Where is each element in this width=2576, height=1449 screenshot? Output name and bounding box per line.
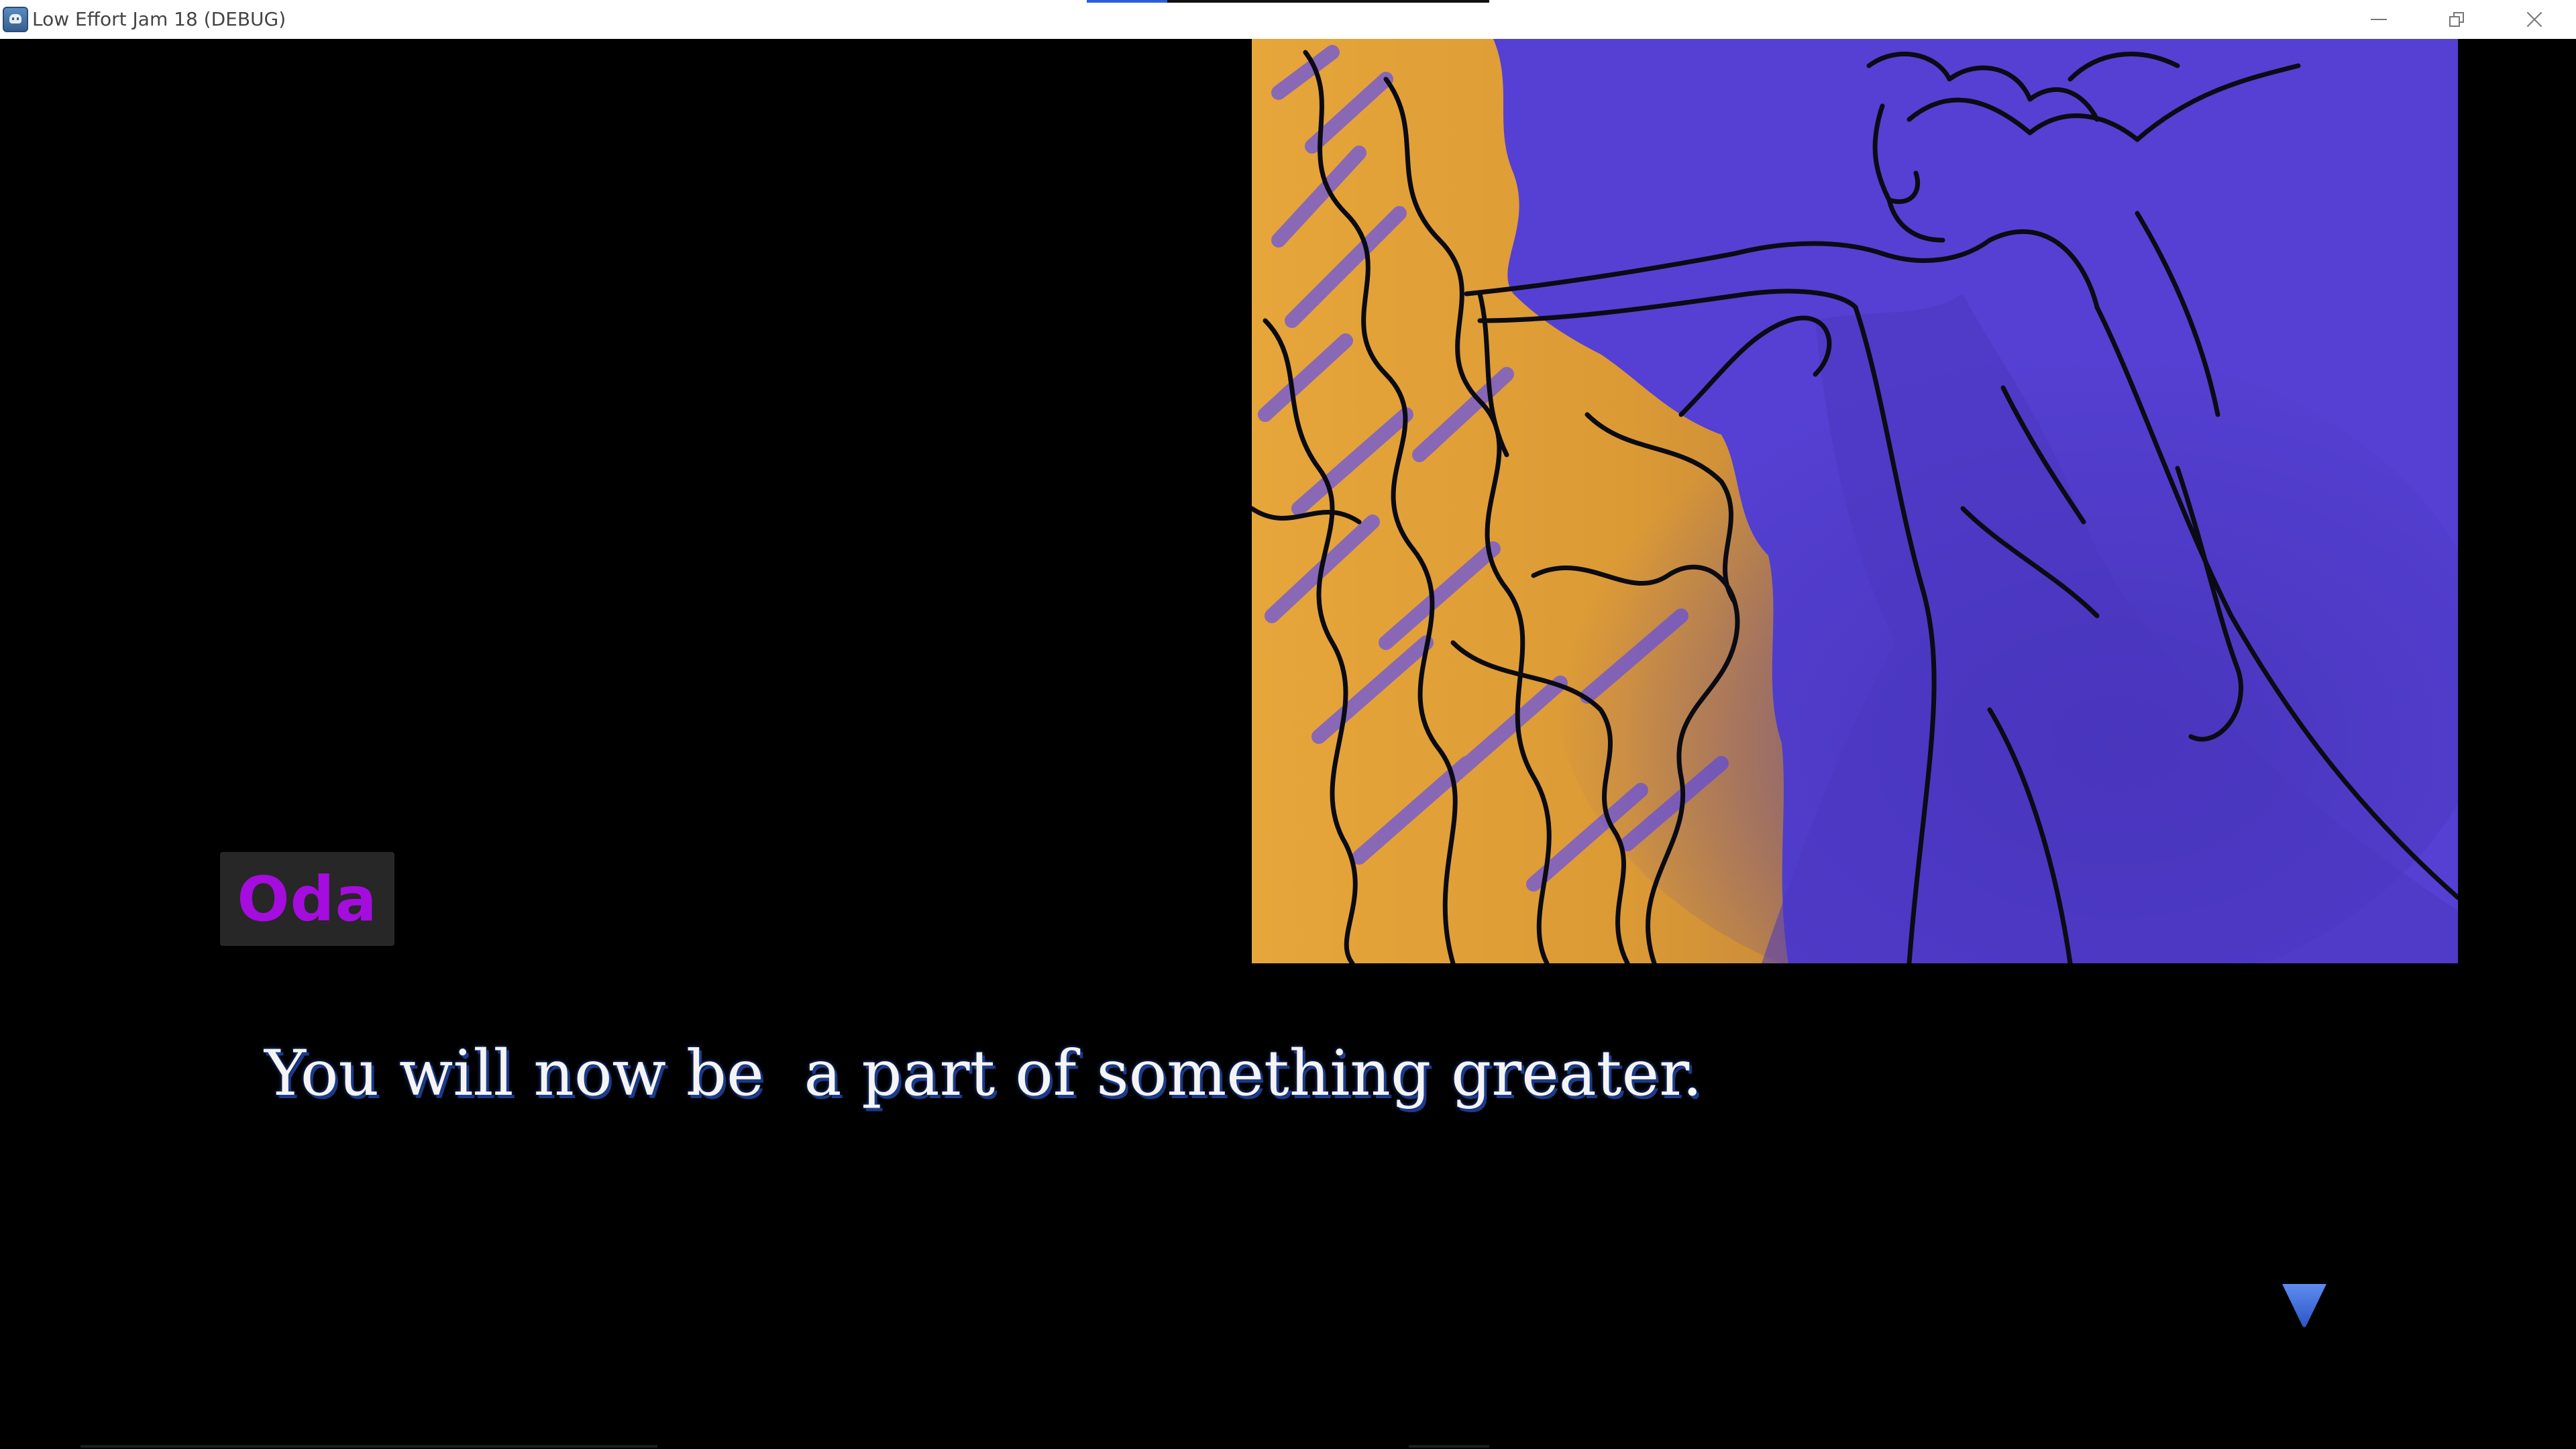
game-window: Low Effort Jam 18 (DEBUG) Oda You will n… (0, 0, 2576, 1449)
title-bar[interactable]: Low Effort Jam 18 (DEBUG) (0, 0, 2576, 39)
speaker-name: Oda (237, 863, 378, 935)
game-viewport[interactable]: Oda You will now be a part of something … (0, 39, 2576, 1449)
loading-progress-fill (1087, 0, 1167, 3)
dialogue-text: You will now be a part of something grea… (264, 1037, 1703, 1110)
restore-icon (2449, 12, 2464, 27)
minimize-icon (2371, 19, 2387, 20)
restore-button[interactable] (2418, 0, 2496, 39)
loading-progress-bar (1087, 0, 1489, 3)
godot-engine-icon (3, 7, 28, 32)
window-title: Low Effort Jam 18 (DEBUG) (32, 8, 286, 30)
minimize-button[interactable] (2340, 0, 2418, 39)
close-button[interactable] (2496, 0, 2573, 39)
bottom-border (0, 1444, 2576, 1449)
triangle-down-icon (2282, 1284, 2326, 1328)
continue-button[interactable] (2279, 1280, 2329, 1330)
close-icon (2526, 11, 2543, 28)
character-casting-spell-illustration (1252, 39, 2458, 963)
speaker-nameplate: Oda (220, 852, 394, 946)
